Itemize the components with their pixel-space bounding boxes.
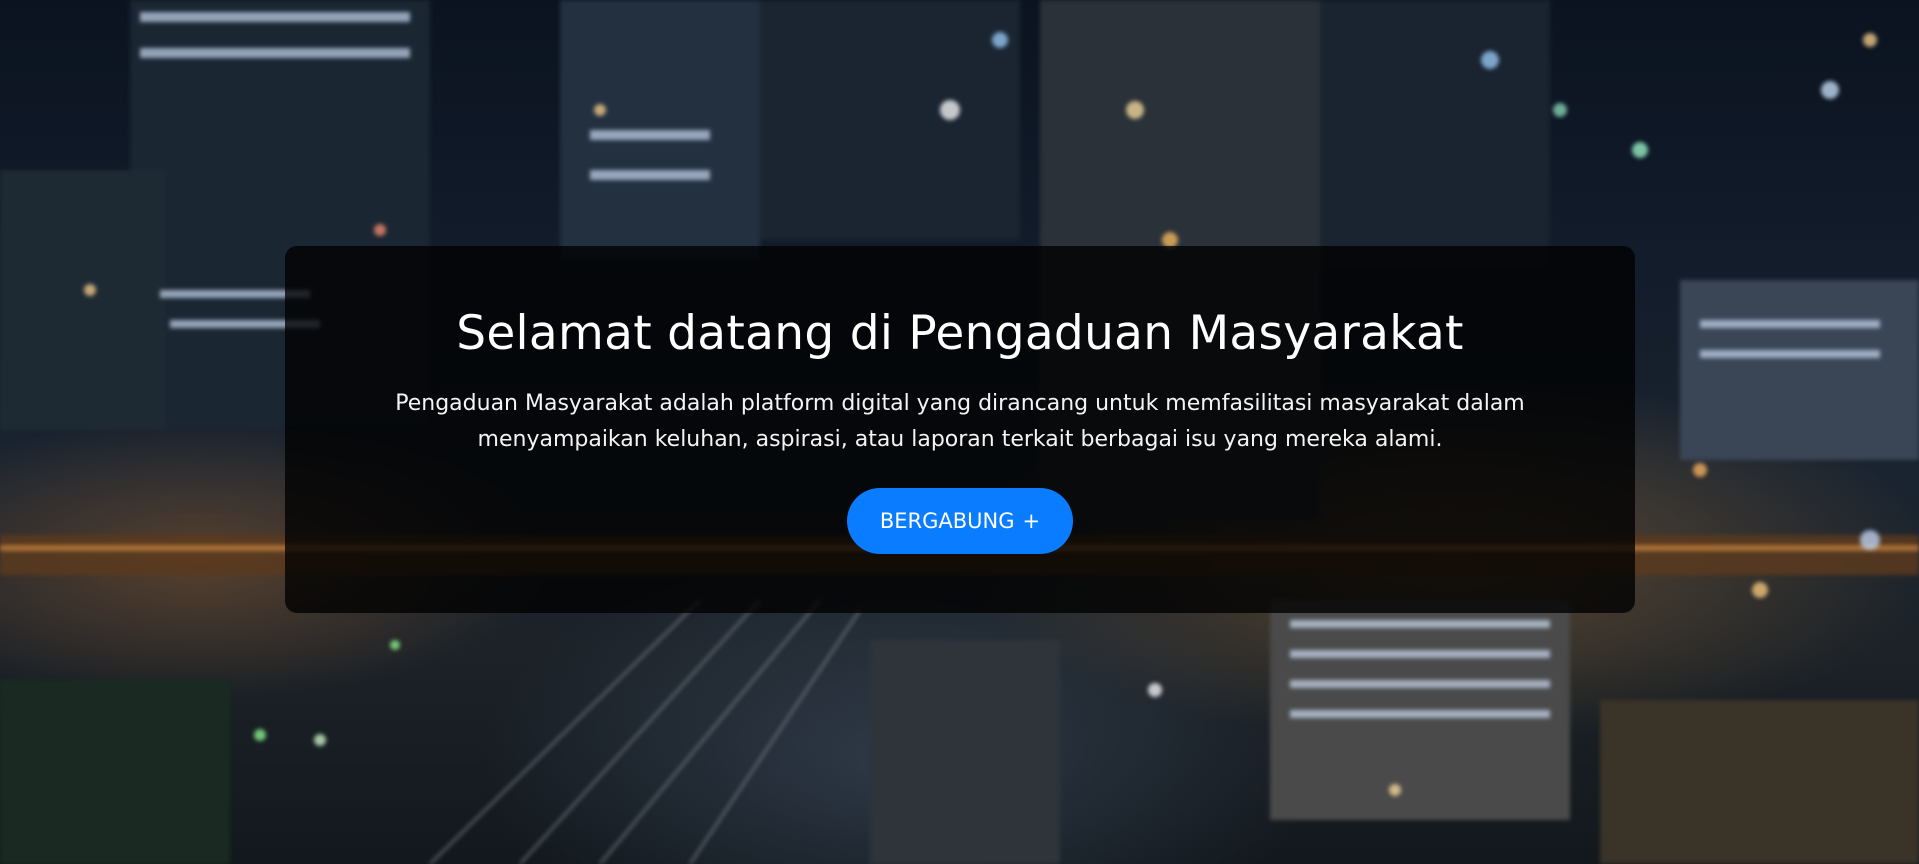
welcome-card: Selamat datang di Pengaduan Masyarakat P… — [285, 246, 1635, 613]
hero-section: Selamat datang di Pengaduan Masyarakat P… — [0, 0, 1919, 864]
join-button-label: BERGABUNG — [879, 509, 1015, 533]
welcome-title: Selamat datang di Pengaduan Masyarakat — [456, 306, 1464, 361]
join-button[interactable]: BERGABUNG + — [847, 488, 1073, 554]
welcome-description: Pengaduan Masyarakat adalah platform dig… — [395, 391, 1525, 452]
plus-icon: + — [1022, 509, 1041, 533]
